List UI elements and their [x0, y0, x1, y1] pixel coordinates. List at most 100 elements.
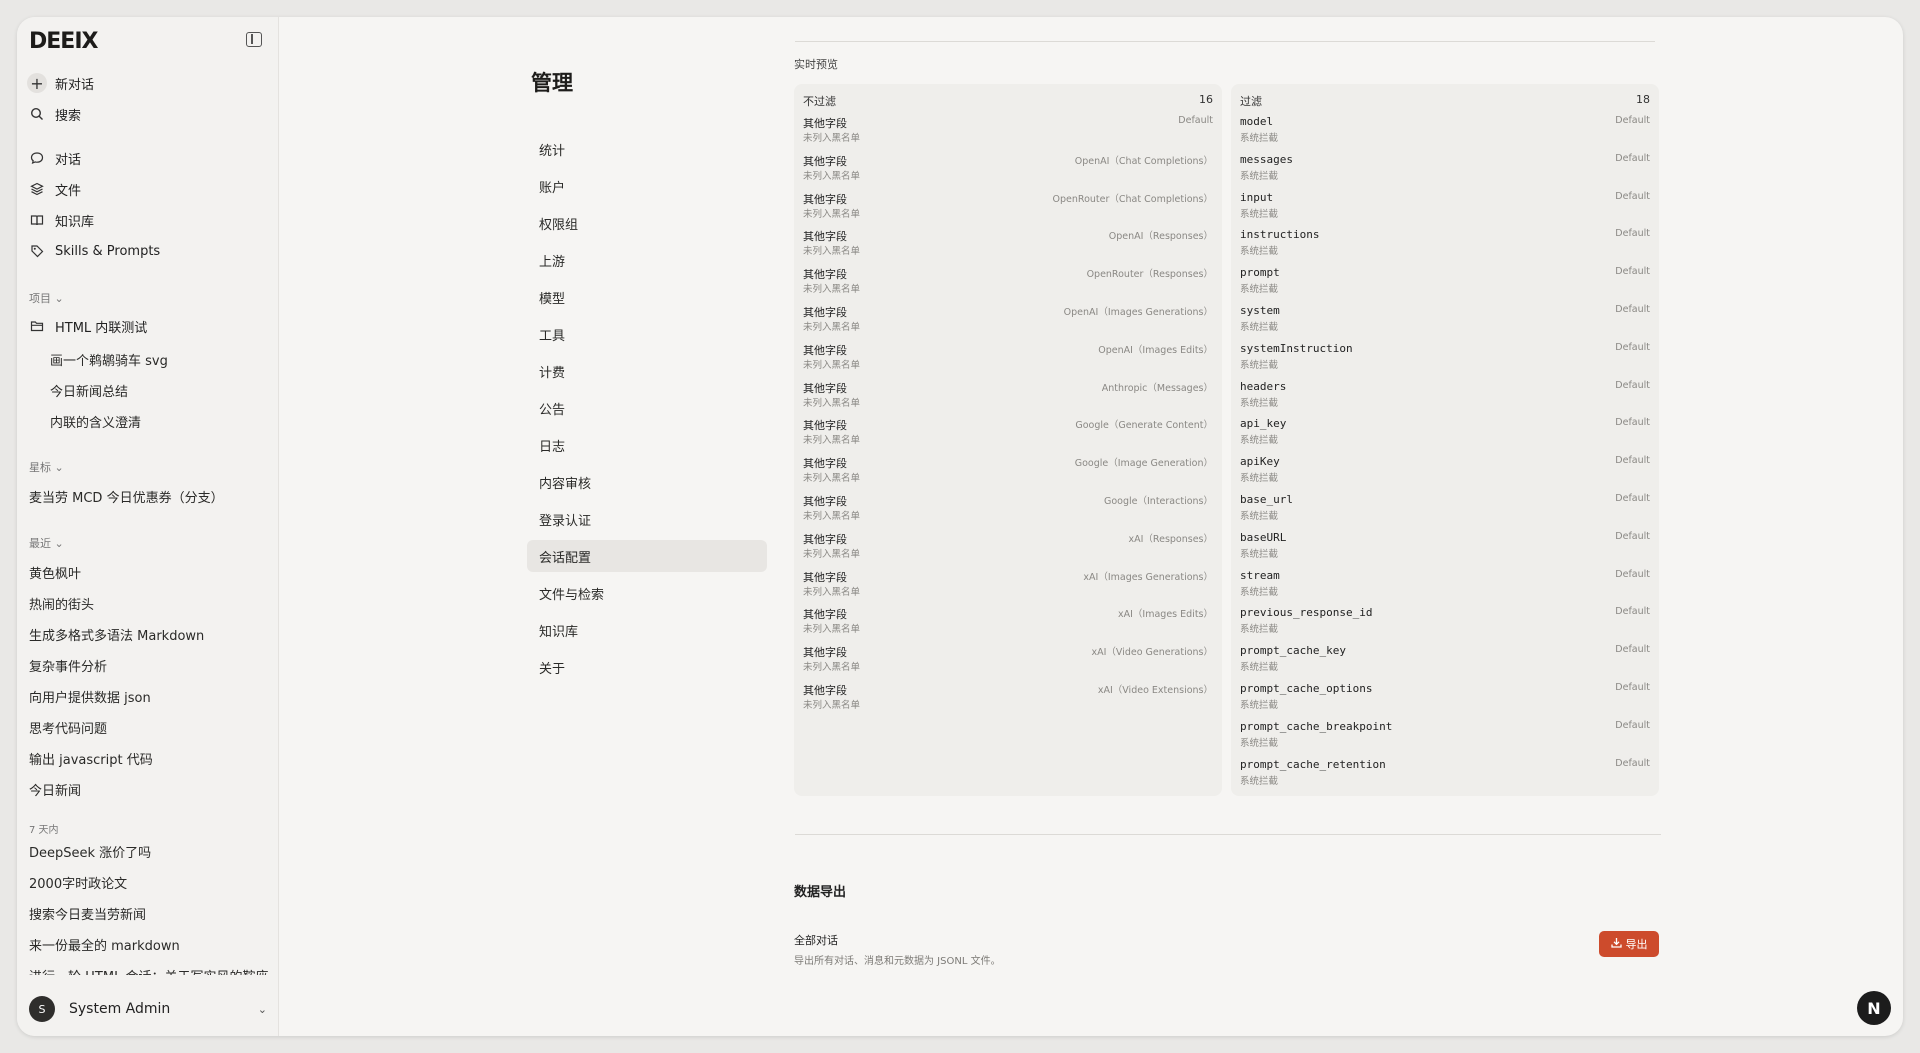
field-status: 系统拦截 [1240, 775, 1279, 787]
sidebar-item-knowledge[interactable]: 知识库 [29, 208, 94, 232]
recent-label: 最近 [29, 537, 51, 550]
field-name: 其他字段 [803, 570, 847, 584]
preview-row: previous_response_id 系统拦截 Default [1240, 606, 1650, 644]
preview-row: baseURL 系统拦截 Default [1240, 531, 1650, 569]
list-item[interactable]: 画一个鹈鹕骑车 svg [50, 350, 168, 369]
field-status: 未列入黑名单 [803, 133, 861, 144]
preview-row: systemInstruction 系统拦截 Default [1240, 342, 1650, 380]
list-item[interactable]: 热闹的街头 [29, 594, 94, 613]
search-button[interactable]: 搜索 [29, 102, 81, 126]
list-item[interactable]: 今日新闻总结 [50, 381, 128, 400]
field-scope: xAI（Responses） [1128, 533, 1214, 545]
preview-row: prompt_cache_breakpoint 系统拦截 Default [1240, 720, 1650, 758]
page-title: 管理 [531, 71, 573, 95]
field-name: prompt_cache_key [1240, 644, 1346, 658]
admin-nav-item[interactable]: 日志 [527, 429, 767, 461]
admin-nav-item[interactable]: 上游 [527, 244, 767, 276]
chevron-down-icon: ⌄ [54, 292, 64, 305]
sidebar-item-label: 知识库 [55, 214, 95, 230]
admin-nav-item[interactable]: 公告 [527, 392, 767, 424]
list-item[interactable]: 进行一轮 HTML 会话：关于写实风的鞍座 [29, 966, 268, 975]
chevron-down-icon: ⌄ [54, 461, 64, 474]
admin-nav-item[interactable]: 工具 [527, 318, 767, 350]
chevron-down-icon: ⌄ [257, 1002, 267, 1016]
field-scope: Default [1615, 455, 1650, 467]
field-scope: Default [1615, 417, 1650, 429]
field-status: 系统拦截 [1240, 548, 1279, 560]
list-item[interactable]: 黄色枫叶 [29, 563, 81, 582]
field-status: 系统拦截 [1240, 246, 1279, 258]
book-icon [29, 212, 45, 228]
preview-row: api_key 系统拦截 Default [1240, 417, 1650, 455]
preview-row: 其他字段 未列入黑名单 Default [803, 115, 1213, 153]
field-name: 其他字段 [803, 154, 847, 168]
field-name: 其他字段 [803, 608, 847, 622]
export-button[interactable]: 导出 [1599, 931, 1659, 957]
field-scope: Default [1615, 530, 1650, 542]
sidebar-item-label: Skills & Prompts [55, 243, 161, 259]
field-name: 其他字段 [803, 457, 847, 471]
admin-nav-item[interactable]: 登录认证 [527, 503, 767, 535]
chevron-down-icon: ⌄ [54, 537, 64, 550]
admin-nav-item[interactable]: 计费 [527, 355, 767, 387]
admin-nav-item[interactable]: 知识库 [527, 614, 767, 646]
field-name: 其他字段 [803, 268, 847, 282]
layers-icon [29, 181, 45, 197]
list-item[interactable]: 来一份最全的 markdown [29, 935, 180, 954]
admin-nav-item[interactable]: 关于 [527, 651, 767, 683]
field-status: 系统拦截 [1240, 133, 1279, 144]
list-item[interactable]: 今日新闻 [29, 780, 81, 799]
preview-row: apiKey 系统拦截 Default [1240, 455, 1650, 493]
list-item[interactable]: 2000字时政论文 [29, 873, 127, 892]
recent-section-toggle[interactable]: 最近 ⌄ [29, 535, 64, 551]
preview-row: 其他字段 未列入黑名单 Google（Generate Content） [803, 417, 1213, 455]
floating-action-button[interactable]: N [1857, 991, 1891, 1025]
admin-nav-item[interactable]: 内容审核 [527, 466, 767, 498]
sidebar-item-chats[interactable]: 对话 [29, 146, 81, 170]
preview-row: 其他字段 未列入黑名单 xAI（Video Generations） [803, 644, 1213, 682]
field-name: input [1240, 190, 1274, 204]
sidebar-item-skills[interactable]: Skills & Prompts [29, 239, 160, 263]
field-scope: OpenAI（Images Edits） [1098, 344, 1213, 356]
preview-row: 其他字段 未列入黑名单 xAI（Responses） [803, 531, 1213, 569]
list-item[interactable]: 向用户提供数据 json [29, 687, 151, 706]
preview-row: 其他字段 未列入黑名单 xAI（Images Generations） [803, 569, 1213, 607]
preview-row: input 系统拦截 Default [1240, 191, 1650, 229]
sidebar-item-files[interactable]: 文件 [29, 177, 81, 201]
list-item[interactable]: 麦当劳 MCD 今日优惠券（分支） [29, 487, 224, 506]
field-status: 系统拦截 [1240, 397, 1279, 409]
field-scope: Default [1615, 493, 1650, 504]
field-scope: Default [1615, 304, 1650, 315]
list-item[interactable]: 生成多格式多语法 Markdown [29, 625, 204, 644]
new-chat-button[interactable]: + 新对话 [27, 71, 94, 95]
field-name: api_key [1240, 417, 1287, 431]
list-item[interactable]: 复杂事件分析 [29, 656, 107, 675]
projects-section-toggle[interactable]: 项目 ⌄ [29, 290, 64, 306]
logo: DEEIX [29, 29, 98, 54]
list-item[interactable]: 搜索今日麦当劳新闻 [29, 904, 146, 923]
list-item[interactable]: 思考代码问题 [29, 718, 107, 737]
field-status: 系统拦截 [1240, 511, 1279, 522]
filtered-panel: 过滤 18 model 系统拦截 Default messages 系统拦截 Defaul… [1231, 84, 1659, 796]
avatar: S [29, 996, 55, 1022]
list-item[interactable]: 内联的含义澄清 [50, 412, 141, 431]
preview-row: 其他字段 未列入黑名单 OpenAI（Chat Completions） [803, 153, 1213, 191]
starred-section-toggle[interactable]: 星标 ⌄ [29, 459, 64, 475]
preview-row: model 系统拦截 Default [1240, 115, 1650, 153]
sidebar-toggle-icon[interactable] [246, 32, 262, 47]
field-name: prompt [1240, 266, 1280, 280]
list-item[interactable]: DeepSeek 涨价了吗 [29, 842, 151, 861]
field-status: 未列入黑名单 [803, 435, 861, 447]
field-name: headers [1240, 379, 1287, 393]
export-item-description: 导出所有对话、消息和元数据为 JSONL 文件。 [794, 956, 1001, 967]
admin-nav-item[interactable]: 账户 [527, 170, 767, 202]
admin-nav-item[interactable]: 会话配置 [527, 540, 767, 572]
admin-nav-item[interactable]: 统计 [527, 133, 767, 165]
admin-nav-item[interactable]: 权限组 [527, 207, 767, 239]
admin-nav-item[interactable]: 文件与检索 [527, 577, 767, 609]
plus-icon: + [27, 73, 47, 93]
list-item[interactable]: 输出 javascript 代码 [29, 749, 153, 768]
project-item[interactable]: HTML 内联测试 [29, 314, 147, 338]
admin-nav-item[interactable]: 模型 [527, 281, 767, 313]
user-menu[interactable]: S System Admin ⌄ [29, 995, 267, 1023]
